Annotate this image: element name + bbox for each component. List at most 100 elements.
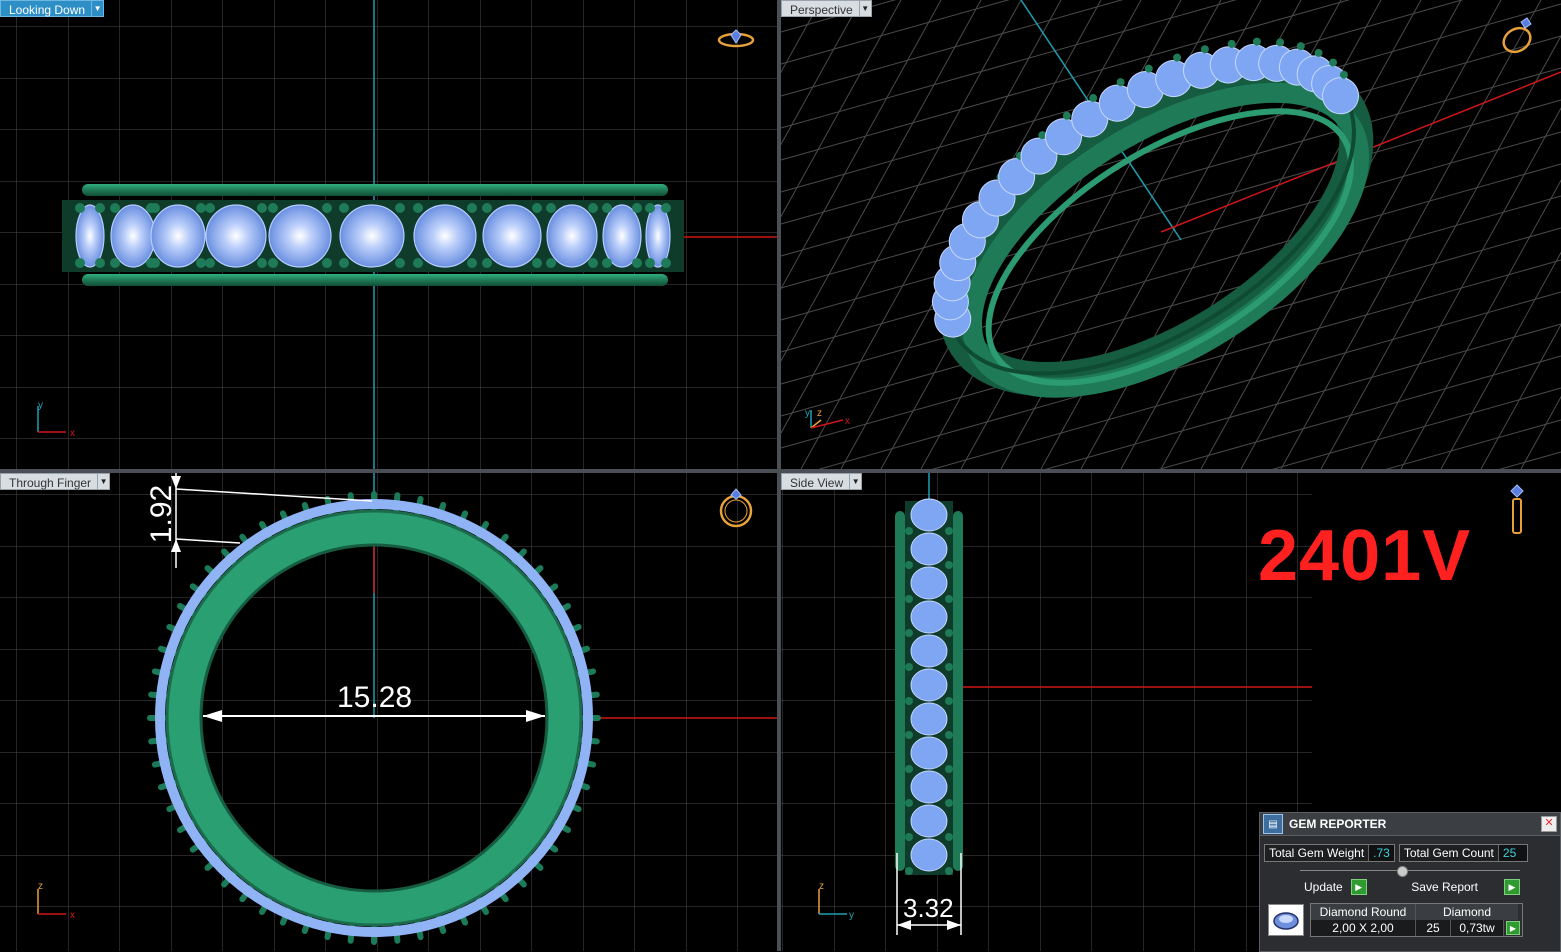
stone — [910, 702, 948, 736]
gem-table: Diamond Round Diamond 2,00 X 2,00 25 0,7… — [1310, 903, 1523, 937]
prong — [905, 527, 913, 535]
stone — [910, 736, 948, 770]
prong — [322, 203, 332, 213]
prong — [95, 203, 105, 213]
stone — [910, 600, 948, 634]
save-report-button[interactable]: Save Report ▶ — [1407, 879, 1520, 895]
prong — [467, 258, 477, 268]
stone — [910, 532, 948, 566]
panel-resize-slider[interactable] — [1300, 866, 1520, 877]
viewport-tab-through-finger[interactable]: Through Finger ▼ — [0, 473, 111, 490]
prong — [905, 867, 913, 875]
prong — [413, 203, 423, 213]
prong — [905, 833, 913, 841]
viewport-through-finger[interactable]: z x 1.92 15.28 Through Finger ▼ — [0, 473, 777, 951]
prong — [532, 203, 542, 213]
save-report-button-label: Save Report — [1411, 880, 1478, 894]
viewport-divider-horizontal[interactable] — [0, 469, 1561, 473]
gem-reporter-header[interactable]: ▤ GEM REPORTER ✕ — [1260, 813, 1560, 836]
chevron-down-icon[interactable]: ▼ — [859, 0, 872, 17]
prong — [602, 258, 612, 268]
stone — [150, 204, 206, 268]
gem-table-row[interactable]: Diamond Round Diamond 2,00 X 2,00 25 0,7… — [1268, 903, 1556, 937]
axis-x-label: x — [845, 416, 850, 427]
prong — [645, 258, 655, 268]
prong — [945, 833, 953, 841]
prong — [661, 203, 671, 213]
prong — [196, 258, 206, 268]
prong — [645, 203, 655, 213]
viewport-tab-label: Looking Down — [0, 0, 93, 17]
prong — [257, 203, 267, 213]
looking-down-scene: y x — [0, 0, 777, 469]
total-gem-weight-value: .73 — [1368, 845, 1394, 861]
band-rail-bottom — [82, 274, 668, 286]
prong — [905, 663, 913, 671]
prong — [110, 258, 120, 268]
col-shape-header: Diamond Round — [1311, 904, 1416, 920]
prong — [546, 258, 556, 268]
slider-knob[interactable] — [1396, 866, 1408, 877]
prong — [588, 258, 598, 268]
viewport-looking-down[interactable]: y x Looking Down ▼ — [0, 0, 777, 469]
prong — [532, 258, 542, 268]
model-code-watermark: 2401V — [1258, 516, 1472, 596]
play-arrow-icon[interactable]: ▶ — [1506, 921, 1520, 935]
axis-z-label: z — [819, 881, 824, 892]
ring-view-icon[interactable] — [1510, 484, 1524, 534]
prong — [588, 203, 598, 213]
gem-count-cell: 25 — [1416, 920, 1451, 936]
prong — [150, 258, 160, 268]
stone — [339, 204, 405, 268]
ring-3d — [931, 37, 1374, 398]
axis-y-label: y — [38, 400, 43, 411]
prong — [905, 765, 913, 773]
stone — [482, 204, 542, 268]
total-gem-weight-label: Total Gem Weight — [1269, 846, 1365, 860]
band-rail-top — [82, 184, 668, 196]
stone — [546, 204, 598, 268]
chevron-down-icon[interactable]: ▼ — [92, 0, 105, 17]
axis-y-label: y — [805, 408, 810, 419]
viewport-perspective[interactable]: y z x Perspective ▼ — [781, 0, 1561, 469]
stone — [910, 634, 948, 668]
prong — [602, 203, 612, 213]
prong — [205, 258, 215, 268]
stone — [910, 668, 948, 702]
total-gem-count-label: Total Gem Count — [1403, 846, 1494, 860]
close-icon[interactable]: ✕ — [1541, 816, 1557, 832]
prong — [413, 258, 423, 268]
axis-x-label: x — [70, 910, 75, 921]
chevron-down-icon[interactable]: ▼ — [98, 473, 111, 490]
stone — [110, 204, 156, 268]
prong — [632, 203, 642, 213]
perspective-scene: y z x — [781, 0, 1561, 469]
play-arrow-icon: ▶ — [1504, 879, 1520, 895]
viewport-tab-side-view[interactable]: Side View ▼ — [781, 473, 863, 490]
prong — [257, 258, 267, 268]
prong — [395, 258, 405, 268]
prong — [905, 697, 913, 705]
update-button[interactable]: Update ▶ — [1300, 879, 1367, 895]
prong — [945, 663, 953, 671]
prong — [945, 629, 953, 637]
stone — [413, 204, 477, 268]
viewport-tab-looking-down[interactable]: Looking Down ▼ — [0, 0, 105, 17]
stone — [910, 838, 948, 872]
ring-view-icon[interactable] — [1499, 17, 1534, 57]
viewport-tab-perspective[interactable]: Perspective ▼ — [781, 0, 872, 17]
stone — [268, 204, 332, 268]
stone — [910, 498, 948, 532]
chevron-down-icon[interactable]: ▼ — [850, 473, 863, 490]
total-gem-count-value: 25 — [1497, 845, 1527, 861]
stone — [205, 204, 267, 268]
prong — [339, 258, 349, 268]
prong — [905, 629, 913, 637]
axis-z-label: z — [817, 408, 822, 419]
viewport-divider-vertical[interactable] — [777, 0, 781, 951]
gem-reporter-title: GEM REPORTER — [1289, 817, 1387, 831]
prong — [546, 203, 556, 213]
prong — [632, 258, 642, 268]
viewport-tab-label: Side View — [781, 473, 851, 490]
update-button-label: Update — [1304, 880, 1343, 894]
